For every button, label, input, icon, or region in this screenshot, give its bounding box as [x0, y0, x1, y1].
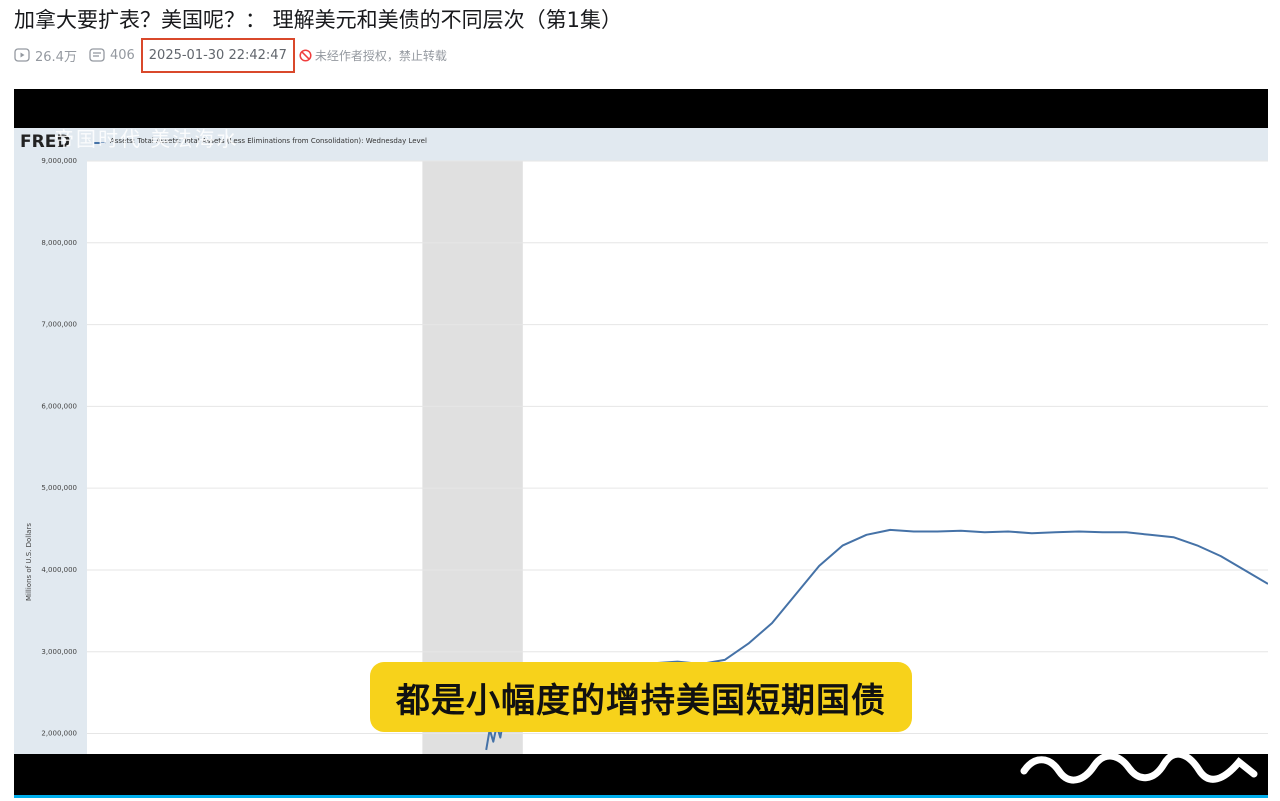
view-count: 26.4万 [14, 46, 77, 65]
scribble-mark [1020, 750, 1258, 784]
danmaku-count-label: 406 [109, 47, 135, 63]
y-tick-label: 8,000,000 [41, 239, 77, 247]
copyright-notice: 未经作者授权，禁止转载 [299, 47, 447, 64]
y-tick-label: 4,000,000 [41, 566, 77, 574]
video-subtitle: 都是小幅度的增持美国短期国债 [370, 662, 912, 732]
y-tick-label: 7,000,000 [41, 321, 77, 329]
y-axis-label: Millions of U.S. Dollars [25, 523, 33, 602]
y-tick-label: 6,000,000 [41, 402, 77, 410]
y-tick-label: 3,000,000 [41, 648, 77, 656]
y-tick-label: 9,000,000 [41, 157, 77, 165]
video-watermark: 帝国时代 美法海水 [54, 127, 239, 151]
danmaku-icon [89, 48, 105, 62]
play-icon [1195, 692, 1212, 712]
progress-bar[interactable] [14, 795, 1268, 798]
fred-chart-screen: FRED Assets: Total Assets: Total Assets … [14, 128, 1268, 754]
y-tick-label: 5,000,000 [41, 484, 77, 492]
play-count-icon [14, 48, 30, 62]
no-repost-icon [299, 48, 312, 62]
video-player[interactable]: FRED Assets: Total Assets: Total Assets … [14, 89, 1268, 797]
copyright-notice-label: 未经作者授权，禁止转载 [314, 48, 447, 63]
danmaku-count: 406 [89, 48, 135, 63]
y-tick-label: 2,000,000 [41, 730, 77, 738]
video-title: 加拿大要扩表？美国呢？： 理解美元和美债的不同层次（第1集） [14, 8, 623, 32]
play-button[interactable] [1174, 677, 1232, 729]
view-count-label: 26.4万 [35, 49, 77, 65]
video-meta-bar: 26.4万 406 2025-01-30 22:42:47 未经作者授权，禁止转… [14, 37, 447, 73]
pubdate: 2025-01-30 22:42:47 [140, 37, 295, 73]
fred-line-chart: 9,000,000 8,000,000 7,000,000 6,000,000 5,00… [41, 157, 1268, 754]
